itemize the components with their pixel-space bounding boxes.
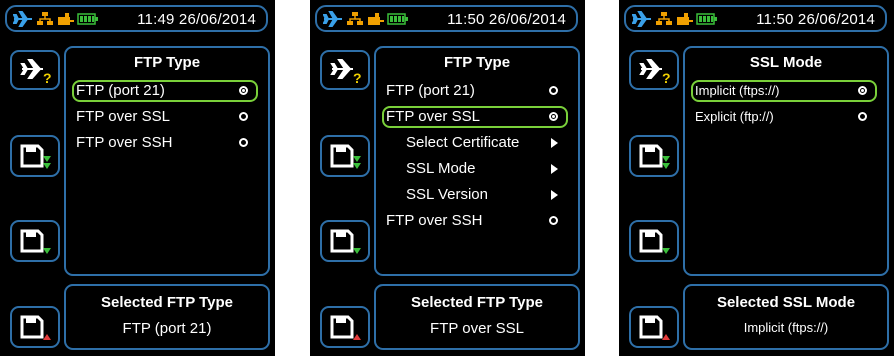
- save-down-icon: [20, 229, 51, 254]
- airplane-help-icon: ?: [20, 59, 52, 85]
- options-panel: SSL Mode Implicit (ftps://) Explicit (ft…: [683, 46, 889, 276]
- radio-checked-icon: [549, 112, 558, 121]
- save-up-icon: [639, 315, 670, 340]
- device-screen-2: 11:50 26/06/2014 ? FTP Type FTP (port 21…: [310, 0, 585, 356]
- airplane-help-button[interactable]: ?: [629, 50, 679, 90]
- option-ftp-over-ssl[interactable]: FTP over SSL: [72, 106, 258, 128]
- options-panel: FTP Type FTP (port 21) FTP over SSL FTP …: [64, 46, 270, 276]
- submenu-label: SSL Version: [406, 186, 488, 203]
- option-label: FTP (port 21): [76, 82, 165, 99]
- network-icon: [37, 12, 53, 25]
- save-up-button[interactable]: [10, 306, 60, 348]
- battery-icon: [696, 13, 717, 25]
- submenu-ssl-version[interactable]: SSL Version: [382, 184, 568, 206]
- radio-unchecked-icon: [239, 112, 248, 121]
- option-explicit[interactable]: Explicit (ftp://): [691, 106, 877, 128]
- chevron-right-icon: [551, 190, 558, 200]
- ethernet-icon: [677, 13, 693, 25]
- save-down-button[interactable]: [10, 135, 60, 177]
- airplane-help-icon: ?: [330, 59, 362, 85]
- status-time: 11:50 26/06/2014: [447, 11, 566, 28]
- ethernet-icon: [58, 13, 74, 25]
- save-up-button[interactable]: [320, 306, 370, 348]
- selection-summary: Selected FTP Type FTP (port 21): [64, 284, 270, 350]
- device-screen-3: 11:50 26/06/2014 ? SSL Mode Implicit (ft…: [619, 0, 894, 356]
- save-down-icon: [20, 144, 51, 169]
- option-implicit[interactable]: Implicit (ftps://): [691, 80, 877, 102]
- option-ftp-port-21[interactable]: FTP (port 21): [72, 80, 258, 102]
- option-label: FTP over SSL: [386, 108, 480, 125]
- radio-checked-icon: [239, 86, 248, 95]
- network-icon: [347, 12, 363, 25]
- submenu-label: SSL Mode: [406, 160, 476, 177]
- selection-summary: Selected FTP Type FTP over SSL: [374, 284, 580, 350]
- airplane-mode-icon: [13, 11, 32, 27]
- status-bar: 11:50 26/06/2014: [315, 5, 578, 32]
- save-up-icon: [20, 315, 51, 340]
- save-up-button[interactable]: [629, 306, 679, 348]
- submenu-label: Select Certificate: [406, 134, 520, 151]
- chevron-right-icon: [551, 138, 558, 148]
- radio-unchecked-icon: [549, 216, 558, 225]
- airplane-mode-icon: [632, 11, 651, 27]
- save-down-button[interactable]: [320, 220, 370, 262]
- option-label: FTP over SSL: [76, 108, 170, 125]
- panel-title: FTP Type: [133, 54, 201, 71]
- submenu-select-certificate[interactable]: Select Certificate: [382, 132, 568, 154]
- panel-title: FTP Type: [443, 54, 511, 71]
- status-time: 11:49 26/06/2014: [137, 11, 256, 28]
- battery-icon: [387, 13, 408, 25]
- summary-title: Selected FTP Type: [101, 294, 233, 311]
- option-ftp-over-ssl[interactable]: FTP over SSL: [382, 106, 568, 128]
- save-down-button[interactable]: [629, 220, 679, 262]
- summary-value: FTP (port 21): [122, 320, 212, 337]
- radio-unchecked-icon: [549, 86, 558, 95]
- summary-title: Selected SSL Mode: [716, 294, 856, 311]
- option-ftp-over-ssh[interactable]: FTP over SSH: [72, 132, 258, 154]
- summary-value: FTP over SSL: [430, 320, 524, 337]
- save-down-icon: [639, 229, 670, 254]
- submenu-ssl-mode[interactable]: SSL Mode: [382, 158, 568, 180]
- battery-icon: [77, 13, 98, 25]
- device-screen-1: 11:49 26/06/2014 ? FTP Type FTP (port 21…: [0, 0, 275, 356]
- status-bar: 11:50 26/06/2014: [624, 5, 887, 32]
- option-ftp-over-ssh[interactable]: FTP over SSH: [382, 210, 568, 232]
- chevron-right-icon: [551, 164, 558, 174]
- airplane-help-icon: ?: [639, 59, 671, 85]
- airplane-help-button[interactable]: ?: [320, 50, 370, 90]
- status-bar: 11:49 26/06/2014: [5, 5, 268, 32]
- summary-value: Implicit (ftps://): [743, 320, 829, 335]
- save-down-button[interactable]: [320, 135, 370, 177]
- option-label: FTP (port 21): [386, 82, 475, 99]
- save-up-icon: [330, 315, 361, 340]
- svg-text:?: ?: [353, 70, 362, 85]
- option-label: FTP over SSH: [76, 134, 173, 151]
- radio-unchecked-icon: [858, 112, 867, 121]
- option-ftp-port-21[interactable]: FTP (port 21): [382, 80, 568, 102]
- airplane-mode-icon: [323, 11, 342, 27]
- ethernet-icon: [368, 13, 384, 25]
- option-label: Implicit (ftps://): [695, 83, 780, 98]
- save-down-button[interactable]: [10, 220, 60, 262]
- network-icon: [656, 12, 672, 25]
- option-label: Explicit (ftp://): [695, 109, 774, 124]
- option-label: FTP over SSH: [386, 212, 483, 229]
- radio-checked-icon: [858, 86, 867, 95]
- summary-title: Selected FTP Type: [411, 294, 543, 311]
- save-down-icon: [330, 144, 361, 169]
- save-down-button[interactable]: [629, 135, 679, 177]
- svg-text:?: ?: [662, 70, 671, 85]
- radio-unchecked-icon: [239, 138, 248, 147]
- svg-text:?: ?: [43, 70, 52, 85]
- panel-title: SSL Mode: [749, 54, 823, 71]
- options-panel: FTP Type FTP (port 21) FTP over SSL Sele…: [374, 46, 580, 276]
- save-down-icon: [330, 229, 361, 254]
- status-time: 11:50 26/06/2014: [756, 11, 875, 28]
- airplane-help-button[interactable]: ?: [10, 50, 60, 90]
- save-down-icon: [639, 144, 670, 169]
- selection-summary: Selected SSL Mode Implicit (ftps://): [683, 284, 889, 350]
